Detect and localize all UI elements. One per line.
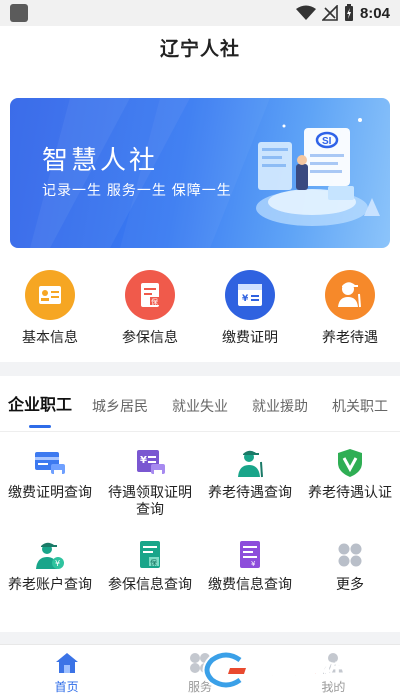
watermark-logo — [202, 650, 246, 690]
service-label: 更多 — [336, 576, 364, 592]
elderly-person-icon — [233, 448, 267, 478]
category-tabs: 企业职工 城乡居民 就业失业 就业援助 机关职工 — [0, 386, 400, 432]
quick-label: 养老待遇 — [322, 329, 378, 345]
service-label: 养老待遇查询 — [208, 484, 292, 500]
banner-subtitle: 记录一生 服务一生 保障一生 — [42, 182, 232, 198]
insurance-doc-icon: 保 — [125, 270, 175, 320]
service-payment-info-query[interactable]: ¥ 缴费信息查询 — [200, 536, 300, 628]
quick-actions: 基本信息 保 参保信息 ¥ 缴费证明 养老待遇 — [0, 266, 400, 356]
quick-insurance-info[interactable]: 保 参保信息 — [100, 266, 200, 356]
yuan-printer-icon: ¥ — [133, 448, 167, 478]
title-bar: 辽宁人社 — [0, 26, 400, 74]
svg-text:¥: ¥ — [140, 455, 147, 466]
page-title: 辽宁人社 — [159, 39, 240, 60]
shield-check-icon — [333, 448, 367, 478]
svg-text:¥: ¥ — [55, 559, 60, 568]
service-label: 参保信息查询 — [108, 576, 192, 592]
tab-government-staff[interactable]: 机关职工 — [320, 386, 400, 431]
service-pension-benefit-query[interactable]: 养老待遇查询 — [200, 444, 300, 536]
banner-title: 智慧人社 — [42, 145, 159, 175]
svg-text:¥: ¥ — [242, 294, 249, 304]
tab-enterprise-staff[interactable]: 企业职工 — [0, 386, 80, 431]
nav-label: 首页 — [54, 680, 79, 694]
svg-text:SI: SI — [322, 136, 332, 147]
site-watermark: 西西软件园 — [200, 650, 380, 690]
tab-employment-assistance[interactable]: 就业援助 — [240, 386, 320, 431]
service-label: 缴费信息查询 — [208, 576, 292, 592]
service-label: 缴费证明查询 — [8, 484, 92, 500]
quick-label: 缴费证明 — [222, 329, 278, 345]
service-payment-proof-query[interactable]: 缴费证明查询 — [0, 444, 100, 536]
svg-text:¥: ¥ — [251, 560, 256, 568]
smart-hr-illustration: SI — [256, 118, 380, 226]
status-bar: 8:04 — [0, 0, 400, 26]
more-grid-icon — [333, 540, 367, 570]
person-yuan-icon: ¥ — [33, 540, 67, 570]
svg-text:保: 保 — [150, 558, 157, 567]
quick-basic-info[interactable]: 基本信息 — [0, 266, 100, 356]
quick-label: 基本信息 — [22, 329, 78, 345]
card-printer-icon — [33, 448, 67, 478]
bottom-separator — [0, 632, 400, 644]
elderly-person-icon — [325, 270, 375, 320]
service-insurance-info-query[interactable]: 保 参保信息查询 — [100, 536, 200, 628]
service-label: 养老待遇认证 — [308, 484, 392, 500]
svg-text:保: 保 — [151, 297, 158, 306]
service-grid: 缴费证明查询 ¥ 待遇领取证明查询 养老待遇查询 养老待遇认证 ¥ 养老账户查询… — [0, 444, 400, 628]
battery-icon — [344, 4, 353, 21]
payment-proof-icon: ¥ — [225, 270, 275, 320]
id-card-icon — [25, 270, 75, 320]
service-label: 养老账户查询 — [8, 576, 92, 592]
tab-employment-unemployment[interactable]: 就业失业 — [160, 386, 240, 431]
yuan-doc-icon: ¥ — [233, 540, 267, 570]
watermark-text: 西西软件园 — [253, 661, 370, 687]
service-more[interactable]: 更多 — [300, 536, 400, 628]
tab-urban-rural-residents[interactable]: 城乡居民 — [80, 386, 160, 431]
nav-home[interactable]: 首页 — [0, 645, 133, 700]
insurance-doc-icon: 保 — [133, 540, 167, 570]
service-benefit-proof-query[interactable]: ¥ 待遇领取证明查询 — [100, 444, 200, 536]
wifi-icon — [295, 5, 316, 20]
hero-banner[interactable]: 智慧人社 记录一生 服务一生 保障一生 SI — [10, 98, 390, 248]
status-time: 8:04 — [359, 4, 390, 22]
service-pension-account-query[interactable]: ¥ 养老账户查询 — [0, 536, 100, 628]
status-icons: 8:04 — [295, 3, 390, 23]
service-label: 待遇领取证明查询 — [108, 484, 192, 517]
home-icon — [54, 651, 80, 675]
quick-label: 参保信息 — [122, 329, 178, 345]
section-divider — [0, 362, 400, 376]
quick-payment-proof[interactable]: ¥ 缴费证明 — [200, 266, 300, 356]
app-notification-icon — [10, 4, 28, 22]
no-signal-icon — [321, 5, 338, 21]
service-pension-certification[interactable]: 养老待遇认证 — [300, 444, 400, 536]
quick-pension[interactable]: 养老待遇 — [300, 266, 400, 356]
